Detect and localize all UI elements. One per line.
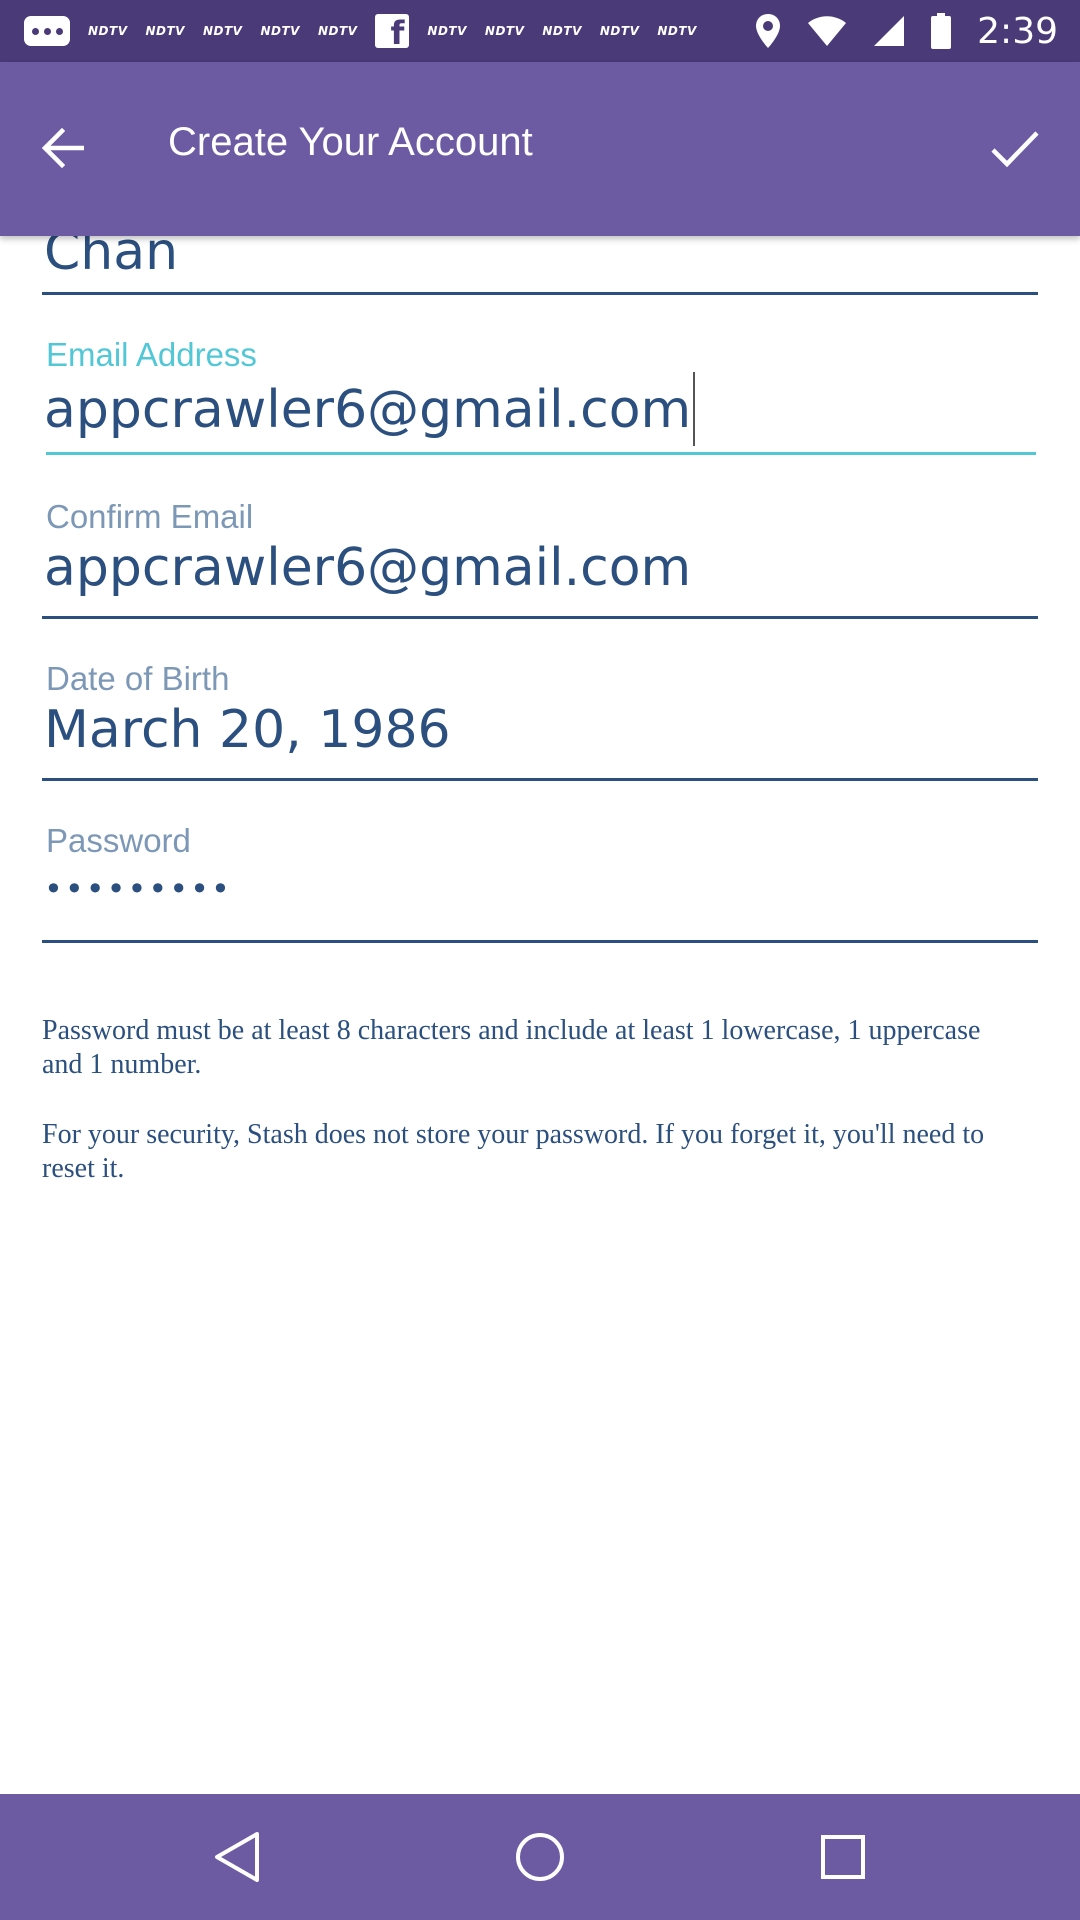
back-triangle-icon [215,1832,259,1882]
nav-home-button[interactable] [505,1822,575,1892]
password-label: Password [46,822,191,859]
battery-icon [931,13,952,49]
last-name-field[interactable]: Chan [42,236,1038,298]
ndtv-notification-icon: NDTV [88,24,128,38]
confirm-email-value: appcrawler6@gmail.com [44,538,692,598]
last-name-underline [42,292,1038,295]
ndtv-notification-icon: NDTV [484,24,525,38]
ndtv-notification-icon: NDTV [260,24,300,38]
password-value: ••••••••• [44,870,232,908]
back-button[interactable] [30,116,94,180]
confirm-email-field[interactable]: Confirm Email appcrawler6@gmail.com [42,498,1038,620]
email-field[interactable]: Email Address appcrawler6@gmail.com [42,336,1038,456]
status-bar: NDTV NDTV NDTV NDTV NDTV f NDTV NDTV NDT… [0,0,1080,62]
dob-field[interactable]: Date of Birth March 20, 1986 [42,660,1038,782]
ndtv-notification-icon: NDTV [657,24,697,38]
confirm-email-underline [42,616,1038,619]
dob-value: March 20, 1986 [44,700,451,760]
home-circle-icon [516,1833,564,1881]
text-cursor [693,372,696,446]
dob-label: Date of Birth [46,660,230,697]
email-label: Email Address [46,336,257,373]
ndtv-notification-icon: NDTV [427,24,467,38]
facebook-icon: f [375,14,410,49]
status-time: 2:39 [977,10,1058,52]
recents-square-icon [821,1835,865,1879]
notification-icons: NDTV NDTV NDTV NDTV NDTV f NDTV NDTV NDT… [24,0,697,62]
ndtv-notification-icon: NDTV [145,24,185,38]
dob-underline [42,778,1038,781]
app-bar: Create Your Account [0,62,1080,236]
ndtv-notification-icon: NDTV [317,24,358,38]
done-button[interactable] [980,114,1050,184]
navigation-bar [0,1794,1080,1920]
email-value: appcrawler6@gmail.com [44,380,692,440]
form-content: Chan Email Address appcrawler6@gmail.com… [0,236,1080,1794]
password-requirements-text: Password must be at least 8 characters a… [42,1015,981,1080]
signal-icon [874,16,905,46]
security-note-text: For your security, Stash does not store … [42,1119,985,1184]
nav-back-button[interactable] [202,1822,272,1892]
wifi-icon [808,16,847,46]
check-icon [991,131,1039,168]
system-icons: 2:39 [755,0,1058,62]
arrow-left-icon [41,128,84,168]
chat-bubble-icon [24,16,70,46]
nav-recents-button[interactable] [808,1822,878,1892]
last-name-value: Chan [44,236,179,282]
confirm-email-label: Confirm Email [46,498,254,535]
email-input[interactable]: appcrawler6@gmail.com [44,372,696,450]
page-title: Create Your Account [168,120,533,164]
password-underline [42,940,1038,943]
ndtv-notification-icon: NDTV [202,24,243,38]
ndtv-notification-icon: NDTV [542,24,582,38]
password-field[interactable]: Password ••••••••• [42,822,1038,944]
email-underline [46,452,1036,455]
location-pin-icon [756,14,781,48]
ndtv-notification-icon: NDTV [599,24,640,38]
